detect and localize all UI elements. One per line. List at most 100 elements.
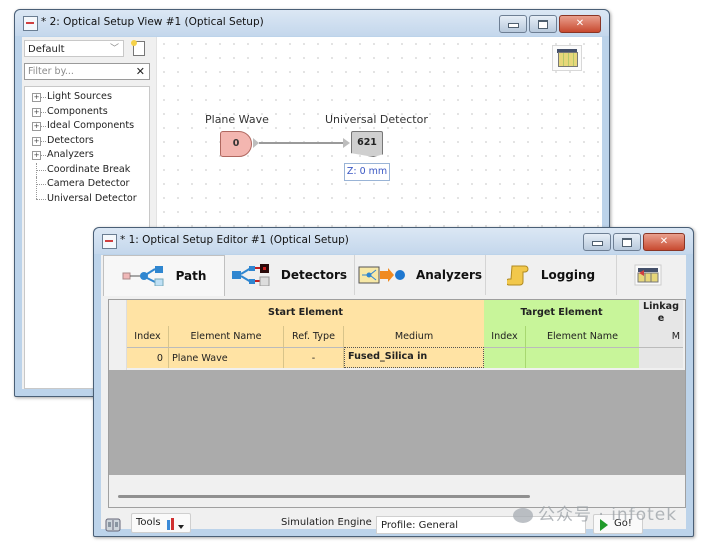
- clear-filter-icon[interactable]: ✕: [136, 64, 145, 79]
- detectors-icon: [231, 264, 270, 286]
- close-icon: ✕: [575, 18, 585, 29]
- minimize-button[interactable]: [583, 233, 611, 251]
- maximize-icon: [622, 238, 632, 247]
- tools-label: Tools: [136, 517, 161, 528]
- maximize-button[interactable]: [613, 233, 641, 251]
- table-view-button[interactable]: [617, 255, 679, 295]
- start-element-group-header: Start Element: [127, 300, 484, 326]
- new-catalog-button[interactable]: [130, 40, 147, 57]
- cell-medium[interactable]: Fused_Silica in: [344, 347, 484, 368]
- window-app-icon: [23, 16, 38, 31]
- tree-item-detectors[interactable]: + Detectors: [25, 134, 149, 149]
- filter-input[interactable]: Filter by... ✕: [24, 63, 150, 80]
- tools-icon: [167, 518, 184, 530]
- plane-wave-node[interactable]: 0: [220, 131, 252, 157]
- tab-analyzers[interactable]: Analyzers: [355, 255, 486, 295]
- input-port-icon[interactable]: [343, 138, 350, 148]
- tree-item-label: Camera Detector: [47, 178, 130, 189]
- tab-detectors[interactable]: Detectors: [224, 255, 355, 295]
- close-button[interactable]: ✕: [643, 233, 685, 251]
- column-header-element-name[interactable]: Element Name: [169, 326, 284, 347]
- path-icon: [122, 266, 164, 286]
- window-title: * 1: Optical Setup Editor #1 (Optical Se…: [120, 234, 349, 246]
- watermark: 公众号 · infotek: [513, 500, 677, 525]
- tab-label: Logging: [540, 268, 596, 282]
- cell-start-name[interactable]: Plane Wave: [169, 347, 284, 368]
- tree-item-label: Analyzers: [47, 149, 94, 160]
- path-table: Start Element Target Element Linkag e In…: [108, 299, 686, 477]
- target-element-group-header: Target Element: [484, 300, 639, 326]
- table-view-icon: [558, 52, 578, 67]
- book-icon: [105, 518, 121, 532]
- minimize-icon: [592, 241, 603, 246]
- tree-item-label: Components: [47, 105, 108, 117]
- title-bar[interactable]: * 2: Optical Setup View #1 (Optical Setu…: [15, 10, 609, 36]
- new-star-icon: [131, 40, 137, 46]
- table-view-button[interactable]: [552, 45, 582, 71]
- cell-linkage[interactable]: [639, 347, 683, 368]
- light-path-link[interactable]: [259, 142, 347, 144]
- editor-client-area: Path Detectors Analyzers Logging Start E…: [101, 255, 686, 534]
- simulation-engine-label: Simulation Engine: [281, 517, 372, 528]
- watermark-text: 公众号 · infotek: [538, 505, 678, 525]
- close-icon: ✕: [659, 236, 669, 247]
- universal-detector-node[interactable]: 621: [351, 131, 383, 157]
- position-badge[interactable]: Z: 0 mm: [344, 163, 390, 181]
- simulation-engine-value: Profile: General: [381, 520, 459, 531]
- tab-path[interactable]: Path: [103, 255, 225, 296]
- column-header-ref-type[interactable]: Ref. Type: [284, 326, 344, 347]
- title-bar[interactable]: * 1: Optical Setup Editor #1 (Optical Se…: [94, 228, 693, 254]
- column-header-target-index[interactable]: Index: [484, 326, 526, 347]
- table-view-icon: [634, 264, 662, 286]
- minimize-button[interactable]: [499, 15, 527, 33]
- tree-item-label: Light Sources: [47, 91, 112, 102]
- column-header-target-element-name[interactable]: Element Name: [526, 326, 639, 347]
- linkage-group-header: Linkag e: [639, 300, 683, 326]
- tab-label: Detectors: [280, 268, 348, 282]
- tree-item-ideal-components[interactable]: + Ideal Components: [25, 119, 149, 134]
- chevron-down-icon: ﹀: [109, 44, 119, 54]
- tab-logging[interactable]: Logging: [486, 255, 617, 295]
- node-index: 621: [357, 137, 377, 148]
- maximize-button[interactable]: [529, 15, 557, 33]
- cell-ref-type[interactable]: -: [284, 347, 344, 368]
- close-button[interactable]: ✕: [559, 15, 601, 33]
- node-index: 0: [232, 138, 240, 149]
- tree-item-camera-detector[interactable]: Camera Detector: [25, 177, 149, 192]
- tab-label: Path: [175, 269, 207, 283]
- tree-item-analyzers[interactable]: + Analyzers: [25, 148, 149, 163]
- preset-select-value: Default: [28, 44, 65, 55]
- table-header: Start Element Target Element Linkag e In…: [109, 300, 685, 370]
- source-node-label: Plane Wave: [205, 113, 269, 126]
- scroll-log-icon: [506, 265, 529, 286]
- preset-select[interactable]: Default ﹀: [24, 40, 124, 57]
- tools-menu-button[interactable]: Tools: [131, 513, 191, 533]
- tree-item-components[interactable]: + Components: [25, 105, 149, 120]
- tree-item-label: Universal Detector: [47, 192, 137, 204]
- tab-label: Analyzers: [415, 268, 483, 282]
- tree-item-universal-detector[interactable]: Universal Detector: [25, 191, 149, 207]
- window-app-icon: [102, 234, 117, 249]
- tree-item-label: Detectors: [47, 134, 94, 146]
- cell-start-index[interactable]: 0: [127, 347, 169, 368]
- maximize-icon: [538, 20, 548, 29]
- tree-item-label: Ideal Components: [47, 120, 135, 131]
- documentation-button[interactable]: [103, 515, 123, 535]
- tree-item-label: Coordinate Break: [47, 163, 131, 175]
- optical-setup-editor-window: * 1: Optical Setup Editor #1 (Optical Se…: [93, 227, 694, 537]
- tree-item-coordinate-break[interactable]: Coordinate Break: [25, 162, 149, 178]
- window-title: * 2: Optical Setup View #1 (Optical Setu…: [41, 16, 264, 28]
- detector-node-label: Universal Detector: [325, 113, 428, 126]
- editor-tabs: Path Detectors Analyzers Logging: [101, 255, 686, 297]
- filter-placeholder: Filter by...: [28, 66, 74, 77]
- column-header-linkage[interactable]: M: [639, 326, 683, 347]
- minimize-icon: [508, 23, 519, 28]
- analyzers-icon: [358, 266, 405, 284]
- cell-target-index[interactable]: [484, 347, 526, 368]
- tree-item-light-sources[interactable]: + Light Sources: [25, 90, 149, 105]
- column-header-medium[interactable]: Medium: [344, 326, 484, 347]
- horizontal-scrollbar[interactable]: [118, 495, 530, 498]
- cell-target-name[interactable]: [526, 347, 639, 368]
- wechat-icon: [513, 507, 533, 523]
- column-header-index[interactable]: Index: [127, 326, 169, 347]
